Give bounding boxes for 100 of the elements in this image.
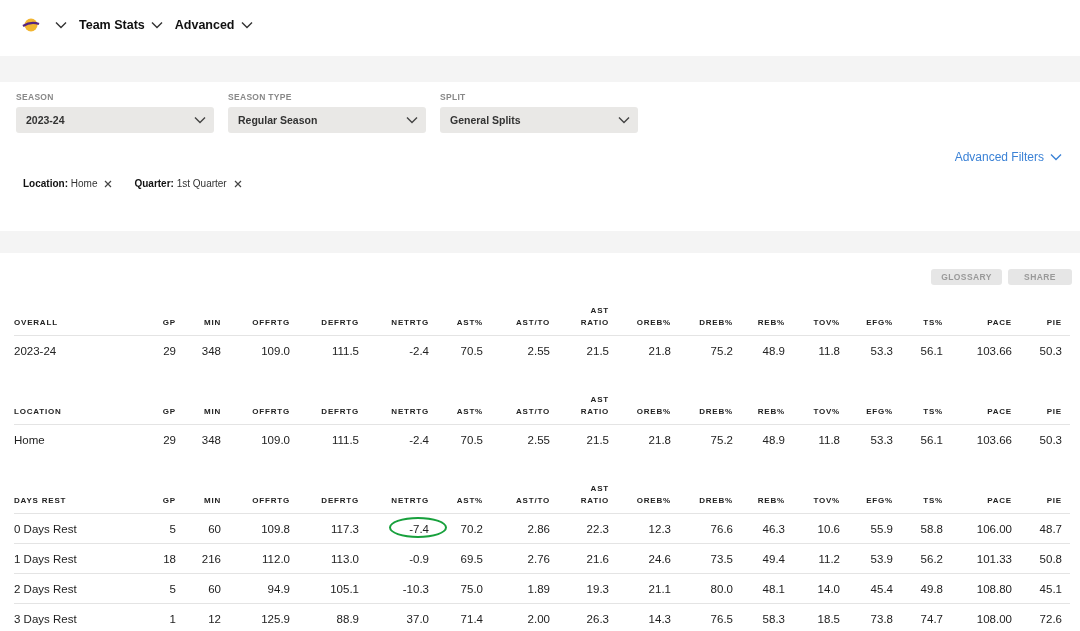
table-cell: 55.9 (870, 522, 893, 535)
table-cell: 94.9 (267, 582, 290, 595)
table-cell: -2.4 (409, 344, 429, 357)
table-cell: 48.9 (762, 433, 785, 446)
row-label: 0 Days Rest (14, 522, 77, 535)
table-cell: 49.8 (920, 582, 943, 595)
column-header: TOV% (813, 317, 840, 329)
table-cell: 103.66 (976, 433, 1012, 446)
table-cell: 24.6 (648, 552, 671, 565)
row-label: 3 Days Rest (14, 612, 77, 625)
column-header: GP (162, 495, 176, 507)
table-cell: 113.0 (331, 552, 359, 565)
close-icon[interactable] (104, 179, 113, 188)
table-cell: 75.2 (710, 344, 733, 357)
basketball-logo-icon (21, 17, 41, 33)
column-header: DEFRTG (321, 495, 359, 507)
table-cell: 45.1 (1039, 582, 1062, 595)
column-header: TS% (923, 495, 943, 507)
row-label: 2 Days Rest (14, 582, 77, 595)
column-header: TOV% (813, 406, 840, 418)
table-cell: 117.3 (331, 522, 359, 535)
table-cell: 56.2 (920, 552, 943, 565)
table-cell: 109.8 (261, 522, 290, 535)
column-header: REB% (757, 495, 785, 507)
table-cell: 71.4 (460, 612, 483, 625)
column-header: NETRTG (391, 317, 429, 329)
table-cell: 21.1 (648, 582, 671, 595)
table-cell: 74.7 (920, 612, 943, 625)
team-menu[interactable] (21, 17, 67, 33)
advanced-filters-link[interactable]: Advanced Filters (954, 150, 1062, 164)
chevron-down-icon (618, 116, 630, 124)
table-cell: 112.0 (262, 552, 290, 565)
table-cell: 26.3 (586, 612, 609, 625)
table-cell: 108.80 (976, 582, 1012, 595)
row-label: 2023-24 (14, 344, 57, 357)
table-cell: 11.8 (818, 344, 840, 357)
table-cell: 12.3 (648, 522, 671, 535)
filter-label: SEASON TYPE (228, 92, 293, 102)
dropdown[interactable]: 2023-24 (16, 107, 214, 133)
nav-menu[interactable]: Advanced (174, 18, 253, 32)
column-header: REB% (757, 406, 785, 418)
column-header: AST RATIO (579, 305, 609, 329)
table-cell: 46.3 (762, 522, 785, 535)
column-header: REB% (757, 317, 785, 329)
table-cell: 2.55 (527, 344, 550, 357)
column-header: AST RATIO (579, 483, 609, 507)
table-cell: 53.3 (870, 433, 893, 446)
table-cell: 48.7 (1039, 522, 1062, 535)
column-header: DREB% (699, 406, 733, 418)
column-header: AST/TO (516, 495, 550, 507)
table-cell: 29 (163, 344, 176, 357)
column-header: OFFRTG (252, 317, 290, 329)
table-cell: 109.0 (261, 344, 290, 357)
section-header: LOCATION (14, 406, 62, 418)
table-cell: 76.5 (710, 612, 733, 625)
chevron-down-icon (194, 116, 206, 124)
column-header: TS% (923, 317, 943, 329)
column-header: PIE (1046, 317, 1062, 329)
column-header: TS% (923, 406, 943, 418)
column-header: PACE (987, 317, 1012, 329)
table-cell: 45.4 (870, 582, 893, 595)
table-cell: 56.1 (920, 344, 943, 357)
table-cell: -7.4 (409, 522, 429, 535)
table-cell: 2.55 (527, 433, 550, 446)
table-cell: 108.00 (976, 612, 1012, 625)
chevron-down-icon (406, 116, 418, 124)
table-cell: 50.3 (1039, 344, 1062, 357)
table-cell: 50.8 (1039, 552, 1062, 565)
table-cell: 18.5 (817, 612, 840, 625)
filter-label: SEASON (16, 92, 55, 102)
column-header: EFG% (866, 495, 893, 507)
table-cell: 109.0 (261, 433, 290, 446)
table-cell: 21.8 (648, 433, 671, 446)
column-header: TOV% (813, 495, 840, 507)
table-cell: 21.5 (586, 344, 609, 357)
table-cell: 21.8 (648, 344, 671, 357)
table-cell: 2.00 (527, 612, 550, 625)
table-cell: 70.5 (460, 344, 483, 357)
table-cell: 103.66 (976, 344, 1012, 357)
table-cell: 1.89 (527, 582, 550, 595)
nav-menu[interactable]: Team Stats (79, 18, 163, 32)
table-cell: 53.9 (870, 552, 893, 565)
table-cell: 75.0 (460, 582, 483, 595)
column-header: AST/TO (516, 406, 550, 418)
table-cell: 49.4 (762, 552, 785, 565)
table-cell: 21.6 (586, 552, 609, 565)
chevron-down-icon (55, 21, 67, 29)
table-cell: -2.4 (409, 433, 429, 446)
dropdown[interactable]: Regular Season (228, 107, 426, 133)
column-header: AST RATIO (579, 394, 609, 418)
chevron-down-icon (240, 21, 253, 29)
close-icon[interactable] (233, 179, 242, 188)
table-cell: 18 (163, 552, 176, 565)
table-cell: 29 (163, 433, 176, 446)
table-cell: 60 (208, 522, 221, 535)
table-cell: -0.9 (409, 552, 429, 565)
dropdown[interactable]: General Splits (440, 107, 638, 133)
table-cell: 22.3 (586, 522, 609, 535)
table-cell: 73.5 (710, 552, 733, 565)
table-cell: 70.2 (460, 522, 483, 535)
